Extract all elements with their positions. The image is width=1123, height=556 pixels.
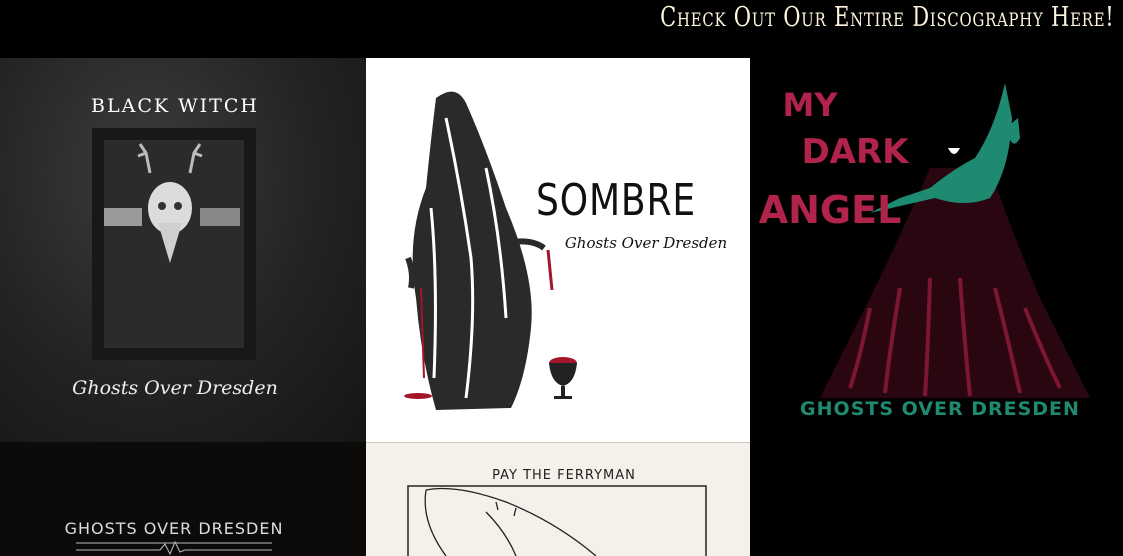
dark-angel-figure-icon <box>820 83 1090 398</box>
album-title-line3: ANGEL <box>759 188 902 232</box>
album-title-line2: DARK <box>801 132 910 172</box>
waveform-icon <box>76 540 272 556</box>
album-artist: GHOSTS OVER DRESDEN <box>65 519 284 538</box>
robed-figure-icon <box>404 91 554 411</box>
page-header: Check Out Our Entire Discography Here! <box>0 0 1123 58</box>
album-black-witch[interactable]: BLACK WITCH Ghosts Over Dresden <box>0 58 366 442</box>
album-title: BLACK WITCH <box>91 95 259 117</box>
album-title: SOMBRE <box>536 176 696 226</box>
discography-link[interactable]: Check Out Our Entire Discography Here! <box>661 2 1115 33</box>
album-title: PAY THE FERRYMAN <box>492 468 636 483</box>
empty-tile <box>750 442 1123 556</box>
album-artist: Ghosts Over Dresden <box>72 377 278 399</box>
album-art-frame <box>407 485 707 556</box>
album-artist: GHOSTS OVER DRESDEN <box>800 398 1080 420</box>
album-artist: Ghosts Over Dresden <box>565 234 727 252</box>
album-ghosts-over-dresden[interactable]: GHOSTS OVER DRESDEN <box>0 442 366 556</box>
album-sombre[interactable]: SOMBRE Ghosts Over Dresden <box>366 58 750 442</box>
album-title-line1: MY <box>782 86 838 124</box>
album-my-dark-angel[interactable]: MY DARK ANGEL GHOSTS OVER DRESDEN <box>750 58 1123 442</box>
goblet-icon <box>549 357 577 399</box>
album-pay-the-ferryman[interactable]: PAY THE FERRYMAN <box>366 442 750 556</box>
boat-sketch-icon <box>424 487 597 556</box>
